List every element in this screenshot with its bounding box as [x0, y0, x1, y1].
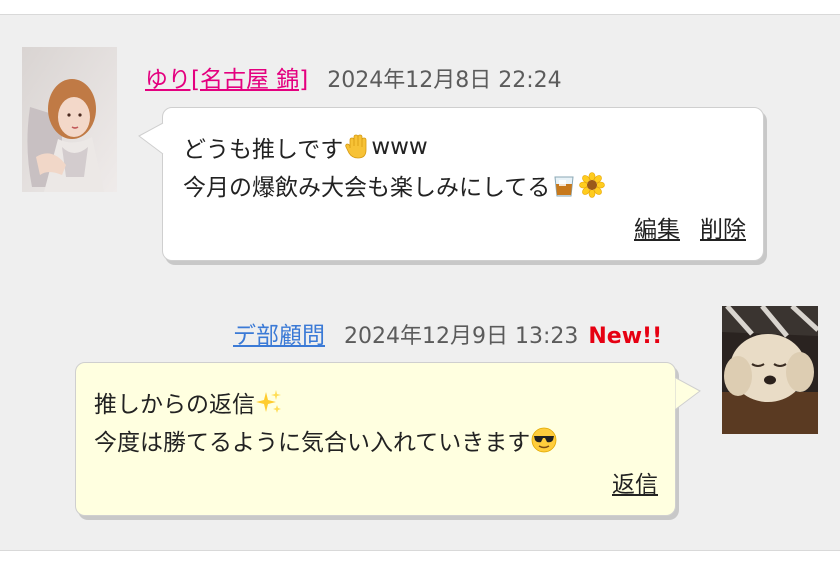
dog-photo-avatar-icon [722, 306, 818, 434]
message-bubble: どうも推しです www 今月の爆飲み大会も楽しみにしてる 編集 削除 [162, 107, 764, 261]
message-actions: 返信 [612, 465, 658, 499]
message-header: デ部顧問 2024年12月9日 13:23 New!! [233, 316, 662, 350]
post-date: 2024年12月9日 13:23 [344, 324, 579, 349]
top-strip [0, 0, 840, 14]
message-line: どうも推しです www [183, 130, 428, 164]
message-actions: 編集 削除 [634, 210, 746, 244]
edit-link[interactable]: 編集 [634, 210, 680, 244]
message-header: ゆり[名古屋 錦] 2024年12月8日 22:24 [145, 60, 562, 94]
bottom-strip [0, 551, 840, 564]
tumbler-glass-icon [554, 176, 574, 197]
message-line: 今度は勝てるように気合い入れていきます [94, 423, 558, 457]
bubble-tail [675, 377, 701, 410]
message-bubble: 推しからの返信 今度は勝てるように気合い入れていきます 返信 [75, 362, 676, 516]
message-line: 推しからの返信 [94, 385, 283, 419]
message-line: 今月の爆飲み大会も楽しみにしてる [183, 168, 606, 202]
raised-hand-icon [345, 134, 367, 159]
delete-link[interactable]: 削除 [700, 210, 746, 244]
sparkles-icon [256, 390, 281, 413]
author-link[interactable]: デ部顧問 [233, 316, 325, 350]
message-text: 推しからの返信 [94, 392, 255, 418]
author-link[interactable]: ゆり[名古屋 錦] [145, 60, 308, 94]
avatar[interactable] [22, 47, 117, 192]
post-date: 2024年12月8日 22:24 [327, 68, 562, 93]
message-text: 今月の爆飲み大会も楽しみにしてる [183, 175, 551, 201]
woman-photo-avatar-icon [22, 47, 117, 192]
divider [0, 14, 840, 15]
message-text-suffix: www [371, 134, 428, 160]
new-badge: New!! [588, 324, 663, 349]
reply-link[interactable]: 返信 [612, 465, 658, 499]
sunflower-icon [579, 172, 606, 198]
bubble-tail [138, 122, 164, 155]
avatar[interactable] [722, 306, 818, 434]
message-text: どうも推しです [183, 137, 344, 163]
sunglasses-face-icon [531, 427, 557, 453]
message-text: 今度は勝てるように気合い入れていきます [94, 430, 531, 456]
